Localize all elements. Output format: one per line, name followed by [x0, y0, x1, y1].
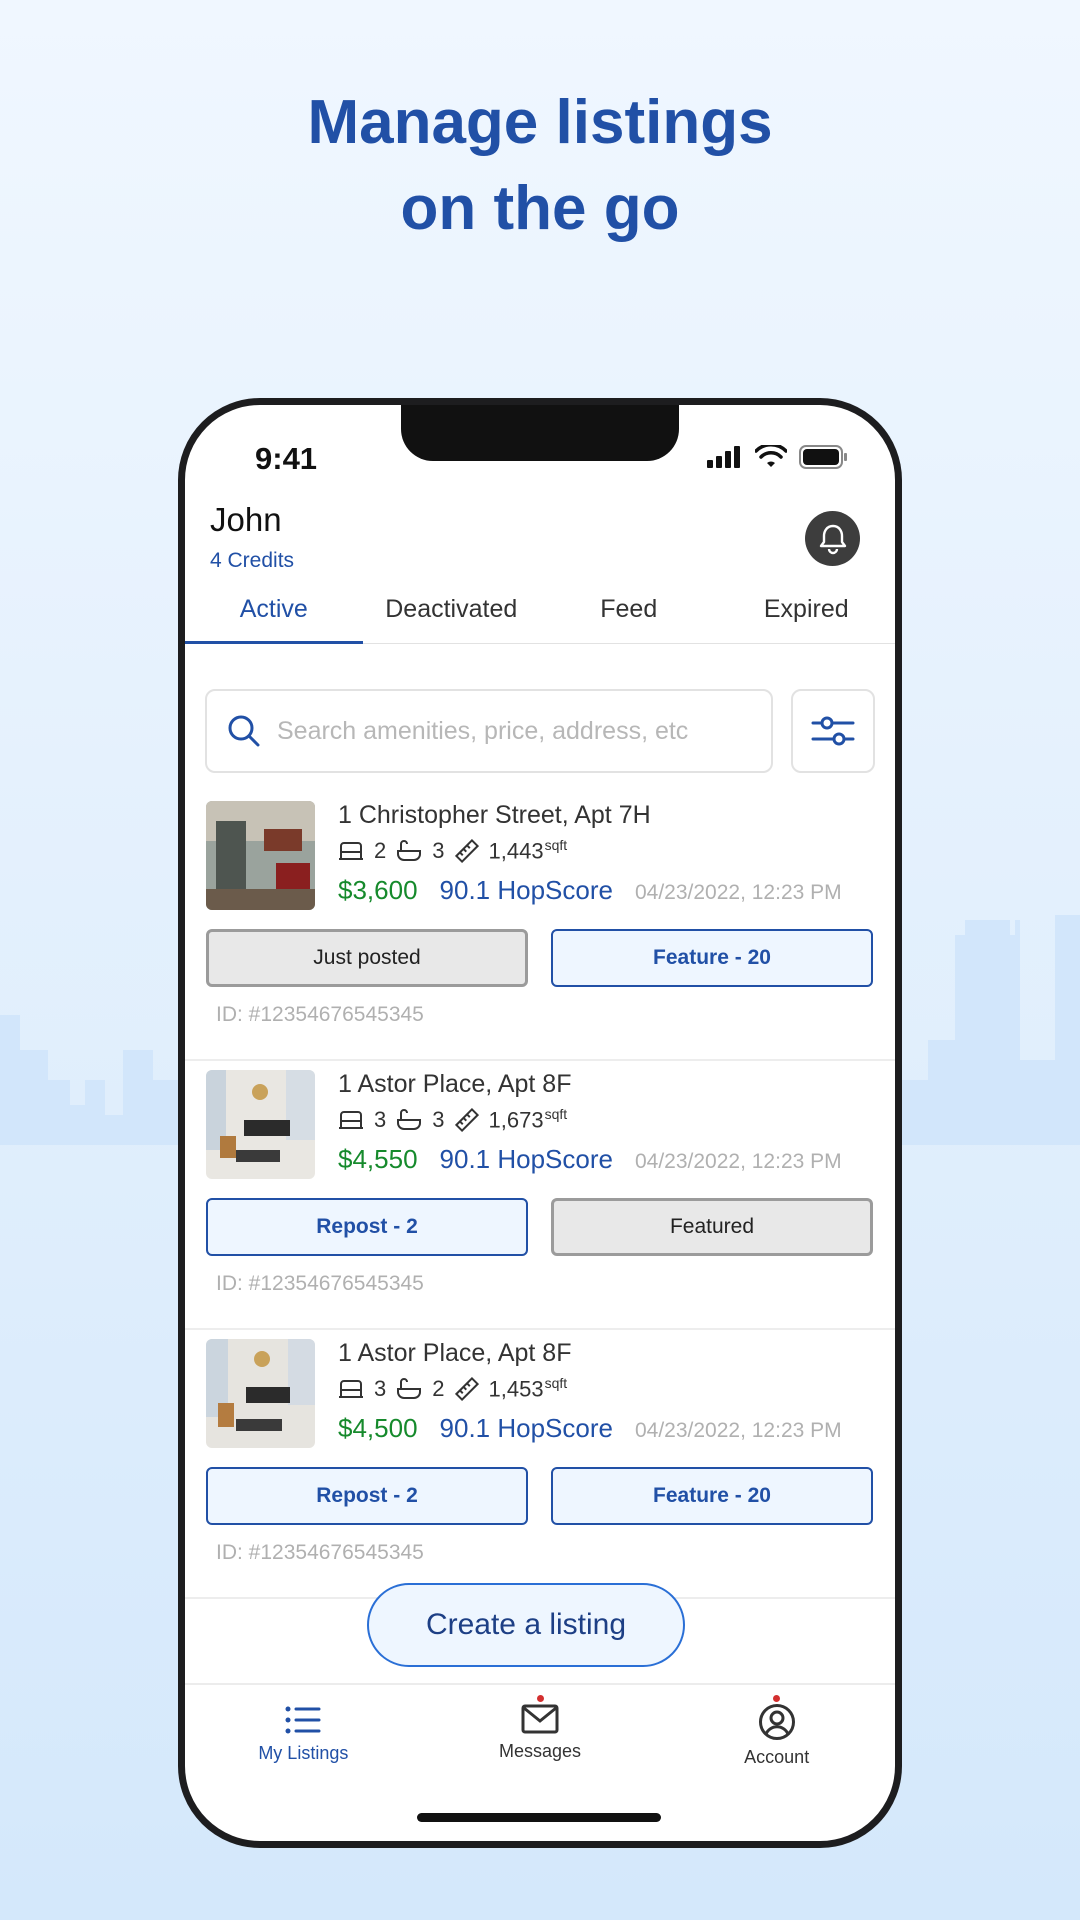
listing-price: $4,550 — [338, 1144, 418, 1174]
tab-expired[interactable]: Expired — [718, 583, 896, 643]
sqft-number: 1,453 — [488, 1376, 544, 1402]
bed-count: 3 — [374, 1106, 387, 1132]
bath-icon — [397, 1377, 422, 1399]
search-icon — [228, 715, 260, 747]
headline-line-2: on the go — [400, 174, 680, 243]
bed-icon — [339, 1379, 363, 1398]
listing-date: 04/23/2022, 12:23 PM — [634, 1419, 842, 1442]
bath-count: 3 — [432, 837, 445, 863]
bath-count: 2 — [432, 1375, 445, 1401]
listing-price: $3,600 — [338, 875, 418, 905]
listing-card[interactable]: 1 Astor Place, Apt 8F 3 2 1,453sqft $4,5… — [185, 1331, 895, 1599]
hopscore: 90.1 HopScore — [439, 1144, 613, 1174]
listing-specs: 3 2 1,453sqft — [338, 1375, 567, 1402]
listing-id: ID: #12354676545345 — [216, 1541, 424, 1564]
listing-specs: 2 3 1,443sqft — [338, 837, 567, 864]
just-posted-button[interactable]: Just posted — [206, 929, 528, 987]
bottom-navigation: My Listings Messages Account — [185, 1683, 895, 1805]
listing-photo[interactable] — [206, 801, 315, 910]
listing-price-line: $4,500 90.1 HopScore 04/23/2022, 12:23 P… — [338, 1413, 842, 1444]
headline-line-1: Manage listings — [307, 88, 773, 157]
listing-specs: 3 3 1,673sqft — [338, 1106, 567, 1133]
wifi-icon — [755, 445, 787, 467]
phone-frame: 9:41 John 4 Credits Active Deactivated F… — [178, 398, 902, 1848]
phone-notch — [401, 405, 679, 461]
hopscore: 90.1 HopScore — [439, 875, 613, 905]
sqft-number: 1,443 — [488, 838, 544, 864]
listing-date: 04/23/2022, 12:23 PM — [634, 881, 842, 904]
headline: Manage listings on the go — [0, 80, 1080, 252]
listing-address: 1 Astor Place, Apt 8F — [338, 1070, 572, 1098]
bed-icon — [339, 1110, 363, 1129]
listing-card[interactable]: 1 Astor Place, Apt 8F 3 3 1,673sqft $4,5… — [185, 1062, 895, 1330]
filter-button[interactable] — [791, 689, 875, 773]
ruler-icon — [454, 838, 479, 863]
sqft-value: 1,673sqft — [489, 1106, 568, 1133]
credits-count[interactable]: 4 Credits — [210, 549, 870, 573]
sqft-value: 1,443sqft — [489, 837, 568, 864]
bed-icon — [339, 841, 363, 860]
sqft-number: 1,673 — [488, 1107, 544, 1133]
bed-count: 3 — [374, 1375, 387, 1401]
nav-label: My Listings — [258, 1743, 349, 1763]
ruler-icon — [454, 1107, 479, 1132]
notification-dot — [773, 1695, 781, 1702]
listing-address: 1 Astor Place, Apt 8F — [338, 1339, 572, 1367]
notifications-button[interactable] — [805, 511, 860, 566]
nav-account[interactable]: Account — [658, 1685, 895, 1805]
tab-feed[interactable]: Feed — [540, 583, 718, 643]
listing-photo[interactable] — [206, 1070, 315, 1179]
nav-messages[interactable]: Messages — [422, 1685, 659, 1805]
status-icons — [707, 445, 849, 469]
create-listing-button[interactable]: Create a listing — [367, 1583, 685, 1667]
repost-button[interactable]: Repost - 2 — [206, 1198, 528, 1256]
listing-price: $4,500 — [338, 1413, 418, 1443]
tab-deactivated[interactable]: Deactivated — [363, 583, 541, 643]
home-indicator — [417, 1813, 661, 1822]
listing-price-line: $4,550 90.1 HopScore 04/23/2022, 12:23 P… — [338, 1144, 842, 1175]
sqft-value: 1,453sqft — [489, 1375, 568, 1402]
nav-my-listings[interactable]: My Listings — [185, 1685, 422, 1805]
repost-button[interactable]: Repost - 2 — [206, 1467, 528, 1525]
user-circle-icon — [758, 1704, 795, 1740]
listing-photo[interactable] — [206, 1339, 315, 1448]
battery-icon — [799, 445, 847, 469]
notification-dot — [536, 1695, 544, 1702]
envelope-icon — [521, 1704, 559, 1734]
featured-button[interactable]: Featured — [551, 1198, 873, 1256]
listing-address: 1 Christopher Street, Apt 7H — [338, 801, 651, 829]
sqft-unit: sqft — [544, 1106, 568, 1122]
feature-button[interactable]: Feature - 20 — [551, 929, 873, 987]
nav-label: Messages — [498, 1741, 582, 1761]
bath-count: 3 — [432, 1106, 445, 1132]
listing-date: 04/23/2022, 12:23 PM — [634, 1150, 842, 1173]
bed-count: 2 — [374, 837, 387, 863]
sqft-unit: sqft — [544, 837, 568, 853]
status-time: 9:41 — [255, 441, 318, 476]
listing-id: ID: #12354676545345 — [216, 1272, 424, 1295]
sqft-unit: sqft — [544, 1375, 568, 1391]
signal-icon — [707, 446, 740, 468]
search-input[interactable] — [275, 715, 749, 747]
list-icon — [285, 1706, 321, 1734]
bath-icon — [397, 839, 422, 861]
ruler-icon — [454, 1376, 479, 1401]
bath-icon — [397, 1108, 422, 1130]
listing-price-line: $3,600 90.1 HopScore 04/23/2022, 12:23 P… — [338, 875, 842, 906]
search-bar — [205, 689, 773, 773]
nav-label: Account — [744, 1747, 810, 1767]
listing-tabs: Active Deactivated Feed Expired — [185, 583, 895, 644]
hopscore: 90.1 HopScore — [439, 1413, 613, 1443]
listing-id: ID: #12354676545345 — [216, 1003, 424, 1026]
tab-active[interactable]: Active — [185, 583, 363, 644]
sliders-icon — [811, 716, 855, 746]
feature-button[interactable]: Feature - 20 — [551, 1467, 873, 1525]
user-name: John — [210, 501, 282, 538]
listing-card[interactable]: 1 Christopher Street, Apt 7H 2 3 1,443sq… — [185, 793, 895, 1061]
header: John 4 Credits — [210, 501, 870, 581]
bell-icon — [819, 524, 846, 554]
